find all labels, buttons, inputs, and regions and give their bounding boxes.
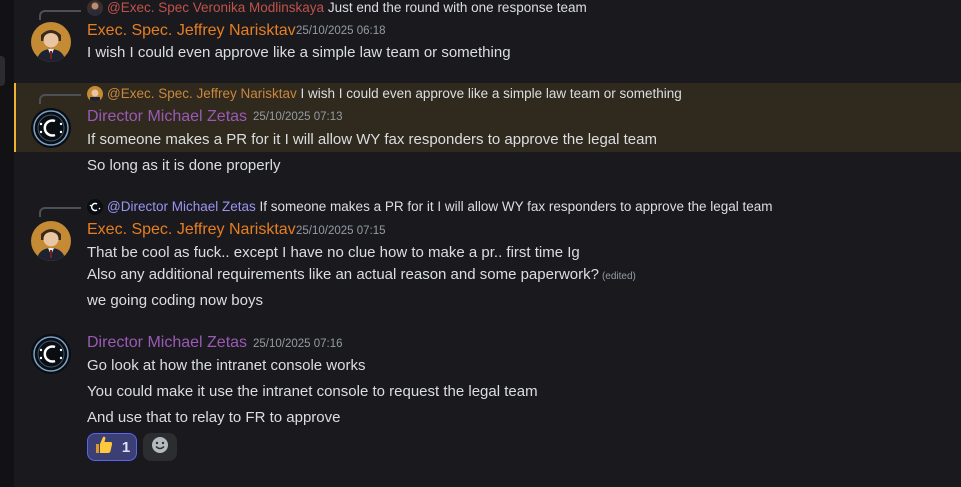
message-line: That be cool as fuck.. except I have no … <box>87 244 580 261</box>
avatar[interactable] <box>31 221 71 261</box>
reply-preview[interactable]: @Exec. Spec. Jeffrey Narisktav I wish I … <box>107 86 682 102</box>
reply-mention[interactable]: @Exec. Spec. Jeffrey Narisktav <box>107 86 297 101</box>
reply-text[interactable]: If someone makes a PR for it I will allo… <box>260 199 773 214</box>
message-line-edited: Also any additional requirements like an… <box>87 265 636 287</box>
reaction-count: 1 <box>121 438 131 456</box>
reply-connector <box>39 10 81 20</box>
scroll-tab[interactable] <box>0 56 5 86</box>
timestamp[interactable]: 25/10/2025 07:15 <box>296 221 386 241</box>
reply-connector <box>39 94 81 104</box>
add-reaction-button[interactable] <box>143 433 177 461</box>
timestamp[interactable]: 25/10/2025 06:18 <box>296 21 386 41</box>
reply-text[interactable]: I wish I could even approve like a simpl… <box>301 86 682 101</box>
message-line: If someone makes a PR for it I will allo… <box>87 131 657 148</box>
message-line: And use that to relay to FR to approve <box>87 409 341 426</box>
message-line: we going coding now boys <box>87 292 263 309</box>
author-name[interactable]: Director Michael Zetas <box>87 333 247 353</box>
message-line: So long as it is done properly <box>87 157 281 174</box>
edited-label: (edited) <box>601 271 636 282</box>
reply-text[interactable]: Just end the round with one response tea… <box>328 0 587 15</box>
thumbs-up-icon <box>94 435 114 460</box>
message-text: Also any additional requirements like an… <box>87 266 599 283</box>
author-name[interactable]: Exec. Spec. Jeffrey Narisktav <box>87 21 296 41</box>
timestamp[interactable]: 25/10/2025 07:16 <box>253 334 343 354</box>
reply-mention[interactable]: @Exec. Spec Veronika Modlinskaya <box>107 0 324 15</box>
avatar[interactable] <box>31 108 71 148</box>
smiley-icon <box>151 436 169 459</box>
message-line: Go look at how the intranet console work… <box>87 357 366 374</box>
reaction-thumbs-up[interactable]: 1 <box>87 433 137 461</box>
reply-preview[interactable]: @Director Michael Zetas If someone makes… <box>107 199 773 215</box>
avatar[interactable] <box>31 22 71 62</box>
author-name[interactable]: Exec. Spec. Jeffrey Narisktav <box>87 220 296 240</box>
reply-avatar[interactable] <box>87 0 103 16</box>
reply-connector <box>39 207 81 217</box>
message-line: I wish I could even approve like a simpl… <box>87 44 511 61</box>
reply-avatar[interactable] <box>87 86 103 102</box>
reply-avatar[interactable] <box>87 199 103 215</box>
reply-mention[interactable]: @Director Michael Zetas <box>107 199 256 214</box>
author-name[interactable]: Director Michael Zetas <box>87 107 247 127</box>
message-line: You could make it use the intranet conso… <box>87 383 538 400</box>
timestamp[interactable]: 25/10/2025 07:13 <box>253 107 343 127</box>
reply-preview[interactable]: @Exec. Spec Veronika Modlinskaya Just en… <box>107 0 587 16</box>
avatar[interactable] <box>31 334 71 374</box>
